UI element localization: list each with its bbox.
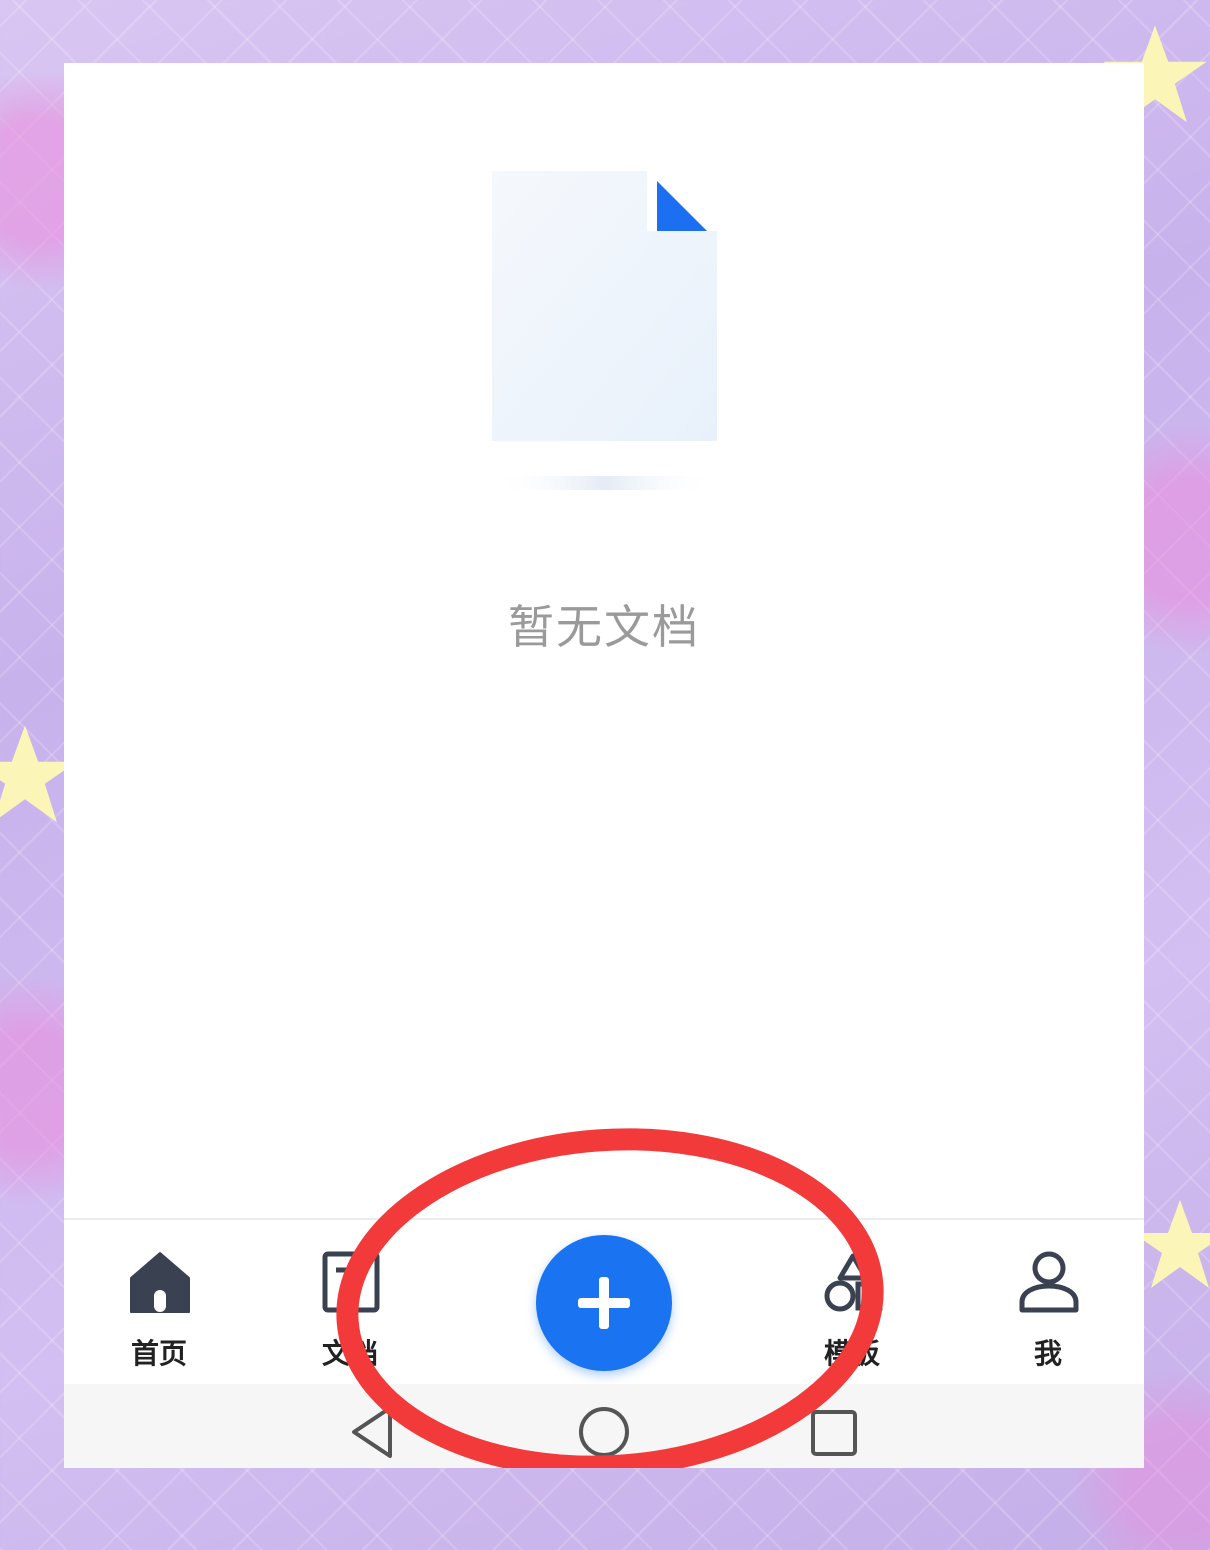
tab-label: 我 xyxy=(1033,1337,1062,1370)
empty-state-message: 暂无文档 xyxy=(508,600,700,654)
back-icon[interactable] xyxy=(344,1400,404,1460)
tab-me[interactable]: 我 xyxy=(978,1220,1118,1386)
document-icon xyxy=(322,1251,380,1313)
plus-icon xyxy=(578,1277,630,1329)
home-circle-icon[interactable] xyxy=(574,1400,634,1460)
system-navigation-bar xyxy=(64,1384,1144,1468)
user-icon xyxy=(1019,1251,1079,1313)
tab-label: 文档 xyxy=(321,1337,378,1370)
bottom-tab-bar: 首页 文档 模板 我 xyxy=(64,1218,1144,1386)
create-button[interactable] xyxy=(536,1235,672,1371)
recents-icon[interactable] xyxy=(804,1400,864,1460)
tab-label: 首页 xyxy=(130,1337,187,1370)
tab-docs[interactable]: 文档 xyxy=(280,1220,420,1386)
template-icon xyxy=(824,1253,883,1312)
tab-templates[interactable]: 模板 xyxy=(782,1220,922,1386)
empty-document-icon xyxy=(492,171,717,490)
phone-screenshot: 暂无文档 首页 文档 模板 我 xyxy=(64,63,1144,1468)
tab-label: 模板 xyxy=(823,1337,880,1370)
tab-home[interactable]: 首页 xyxy=(89,1220,229,1386)
home-icon xyxy=(130,1252,190,1313)
